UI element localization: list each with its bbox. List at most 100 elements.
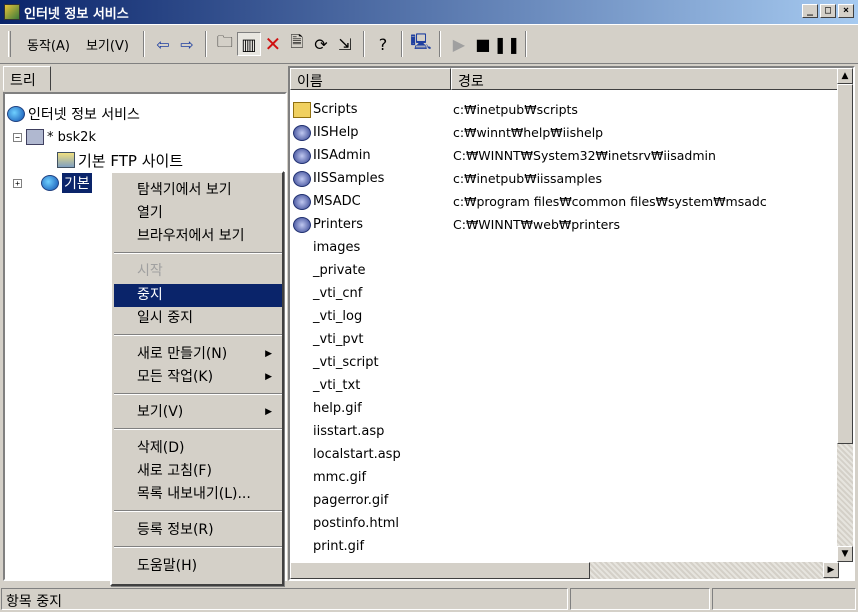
toolbar-separator xyxy=(400,31,403,57)
menu-properties[interactable]: 등록 정보(R) xyxy=(114,519,282,542)
submenu-arrow-icon: ▶ xyxy=(265,407,272,417)
show-tree-icon[interactable]: ▥ xyxy=(236,32,261,56)
list-item-path: c:₩inetpub₩scripts xyxy=(453,102,578,117)
list-item-name: _vti_log xyxy=(293,309,362,325)
list-item-name: _vti_pvt xyxy=(293,332,363,348)
list-item-path: C:₩WINNT₩System32₩inetsrv₩iisadmin xyxy=(453,148,716,163)
menu-delete[interactable]: 삭제(D) xyxy=(114,437,282,460)
collapse-icon[interactable]: − xyxy=(13,132,22,142)
menu-help[interactable]: 도움말(H) xyxy=(114,555,282,578)
horizontal-scrollbar[interactable]: ▶ xyxy=(290,562,839,579)
scroll-thumb[interactable] xyxy=(837,84,853,444)
list-item-name: _vti_txt xyxy=(293,378,360,394)
hscroll-thumb[interactable] xyxy=(290,562,590,579)
menu-all-tasks[interactable]: 모든 작업(K) ▶ xyxy=(114,366,282,389)
menu-view[interactable]: 보기(V) ▶ xyxy=(114,401,282,424)
computer-icon xyxy=(26,129,44,145)
computer-icon[interactable]: 🖳 xyxy=(409,32,433,56)
menu-separator xyxy=(114,334,282,336)
file-icon xyxy=(293,424,311,440)
iis-icon xyxy=(7,106,25,122)
menu-explore[interactable]: 탐색기에서 보기 xyxy=(114,179,282,202)
list-item-name: iisstart.asp xyxy=(293,424,384,440)
file-icon xyxy=(293,240,311,256)
menu-export-list[interactable]: 목록 내보내기(L)... xyxy=(114,483,282,506)
menu-separator xyxy=(114,510,282,512)
file-icon xyxy=(293,378,311,394)
list-item-path: c:₩winnt₩help₩iishelp xyxy=(453,125,604,140)
list-item-name: localstart.asp xyxy=(293,447,401,463)
file-icon xyxy=(293,516,311,532)
back-arrow-icon[interactable]: ⇦ xyxy=(151,32,175,56)
toolbar-grip[interactable] xyxy=(8,31,11,57)
properties-icon[interactable]: 🗎 xyxy=(285,32,309,56)
menu-refresh[interactable]: 새로 고침(F) xyxy=(114,460,282,483)
list-item-name: pagerror.gif xyxy=(293,493,388,509)
list-item-name: print.gif xyxy=(293,539,364,555)
file-icon xyxy=(293,286,311,302)
file-icon xyxy=(293,355,311,371)
file-icon xyxy=(293,493,311,509)
minimize-button[interactable]: _ xyxy=(802,4,818,18)
file-icon xyxy=(293,470,311,486)
scroll-up-icon[interactable]: ▲ xyxy=(837,68,853,84)
status-panel xyxy=(570,588,710,610)
vertical-scrollbar[interactable]: ▲ ▼ xyxy=(837,68,853,562)
list-item-name: Printers xyxy=(293,216,363,233)
scroll-down-icon[interactable]: ▼ xyxy=(837,546,853,562)
close-button[interactable]: × xyxy=(838,4,854,18)
expand-icon[interactable]: + xyxy=(13,178,22,188)
menu-separator xyxy=(114,428,282,430)
menu-pause[interactable]: 일시 중지 xyxy=(114,307,282,330)
view-menu[interactable]: 보기(V) xyxy=(78,33,137,56)
up-folder-icon[interactable]: 🗀 xyxy=(213,32,237,56)
tree-item-web-site[interactable]: + 기본 xyxy=(13,173,92,193)
export-list-icon[interactable]: ⇲ xyxy=(333,32,357,56)
menu-open[interactable]: 열기 xyxy=(114,202,282,225)
delete-icon[interactable]: ✕ xyxy=(261,32,285,56)
web-site-icon xyxy=(41,175,59,191)
file-icon xyxy=(293,309,311,325)
list-item-name: MSADC xyxy=(293,193,361,210)
scroll-right-icon[interactable]: ▶ xyxy=(823,562,839,578)
action-menu[interactable]: 동작(A) xyxy=(19,33,78,56)
list-item-name: _vti_script xyxy=(293,355,379,371)
tree-item-root[interactable]: 인터넷 정보 서비스 xyxy=(7,104,140,124)
list-item-path: c:₩program files₩common files₩system₩msa… xyxy=(453,194,767,209)
toolbar: 동작(A) 보기(V) ⇦ ⇨ 🗀 ▥ ✕ 🗎 ⟳ ⇲ ? 🖳 ▶ ■ ❚❚ xyxy=(0,24,858,64)
virtual-directory-icon xyxy=(293,216,311,233)
tree-item-ftp-site[interactable]: 기본 FTP 사이트 xyxy=(57,150,183,170)
maximize-button[interactable]: □ xyxy=(820,4,836,18)
status-panel xyxy=(712,588,856,610)
window-title: 인터넷 정보 서비스 xyxy=(24,6,129,22)
list-item-name: IISSamples xyxy=(293,170,384,187)
virtual-directory-icon xyxy=(293,170,311,187)
context-menu: 탐색기에서 보기 열기 브라우저에서 보기 시작 중지 일시 중지 새로 만들기… xyxy=(110,171,284,586)
menu-browse[interactable]: 브라우저에서 보기 xyxy=(114,225,282,248)
column-header-path[interactable]: 경로 xyxy=(451,68,839,90)
list-item-path: c:₩inetpub₩iissamples xyxy=(453,171,602,186)
menu-stop[interactable]: 중지 xyxy=(114,284,282,307)
tree-item-server[interactable]: − * bsk2k xyxy=(13,127,96,147)
file-icon xyxy=(293,447,311,463)
menu-new[interactable]: 새로 만들기(N) ▶ xyxy=(114,343,282,366)
virtual-directory-icon xyxy=(293,193,311,210)
list-item-name: help.gif xyxy=(293,401,362,417)
toolbar-separator xyxy=(142,31,145,57)
folder-icon xyxy=(293,101,311,118)
play-icon[interactable]: ▶ xyxy=(447,32,471,56)
list-item-name: IISAdmin xyxy=(293,147,371,164)
help-icon[interactable]: ? xyxy=(371,32,395,56)
column-header-name[interactable]: 이름 xyxy=(290,68,451,90)
refresh-icon[interactable]: ⟳ xyxy=(309,32,333,56)
forward-arrow-icon[interactable]: ⇨ xyxy=(175,32,199,56)
stop-icon[interactable]: ■ xyxy=(471,32,495,56)
list-item-name: _vti_cnf xyxy=(293,286,362,302)
tab-tree[interactable]: 트리 xyxy=(3,66,51,91)
pause-icon[interactable]: ❚❚ xyxy=(494,32,521,56)
menu-separator xyxy=(114,393,282,395)
list-pane: 이름 경로 Scripts c:₩inetpub₩scripts IISHelp c:… xyxy=(288,66,855,581)
virtual-directory-icon xyxy=(293,124,311,141)
menu-start: 시작 xyxy=(137,263,163,279)
submenu-arrow-icon: ▶ xyxy=(265,349,272,359)
